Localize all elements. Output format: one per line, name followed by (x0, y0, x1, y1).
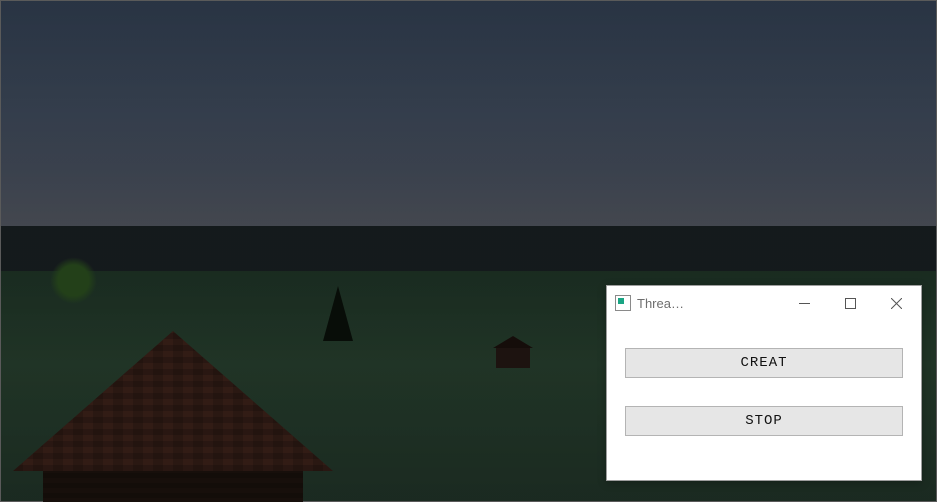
app-window: Threa… CREAT STOP (606, 285, 922, 481)
minimize-icon (799, 298, 810, 309)
wallpaper-tree (46, 253, 101, 308)
window-title: Threa… (637, 296, 684, 311)
create-button[interactable]: CREAT (625, 348, 903, 378)
minimize-button[interactable] (781, 287, 827, 319)
wallpaper-shed (496, 346, 530, 368)
close-icon (891, 298, 902, 309)
app-icon (615, 295, 631, 311)
titlebar[interactable]: Threa… (607, 286, 921, 320)
desktop-wallpaper: Threa… CREAT STOP (0, 0, 937, 502)
maximize-icon (845, 298, 856, 309)
wallpaper-cabin (13, 331, 333, 501)
cabin-roof (13, 331, 333, 471)
close-button[interactable] (873, 287, 919, 319)
window-client-area: CREAT STOP (607, 320, 921, 480)
maximize-button[interactable] (827, 287, 873, 319)
stop-button[interactable]: STOP (625, 406, 903, 436)
